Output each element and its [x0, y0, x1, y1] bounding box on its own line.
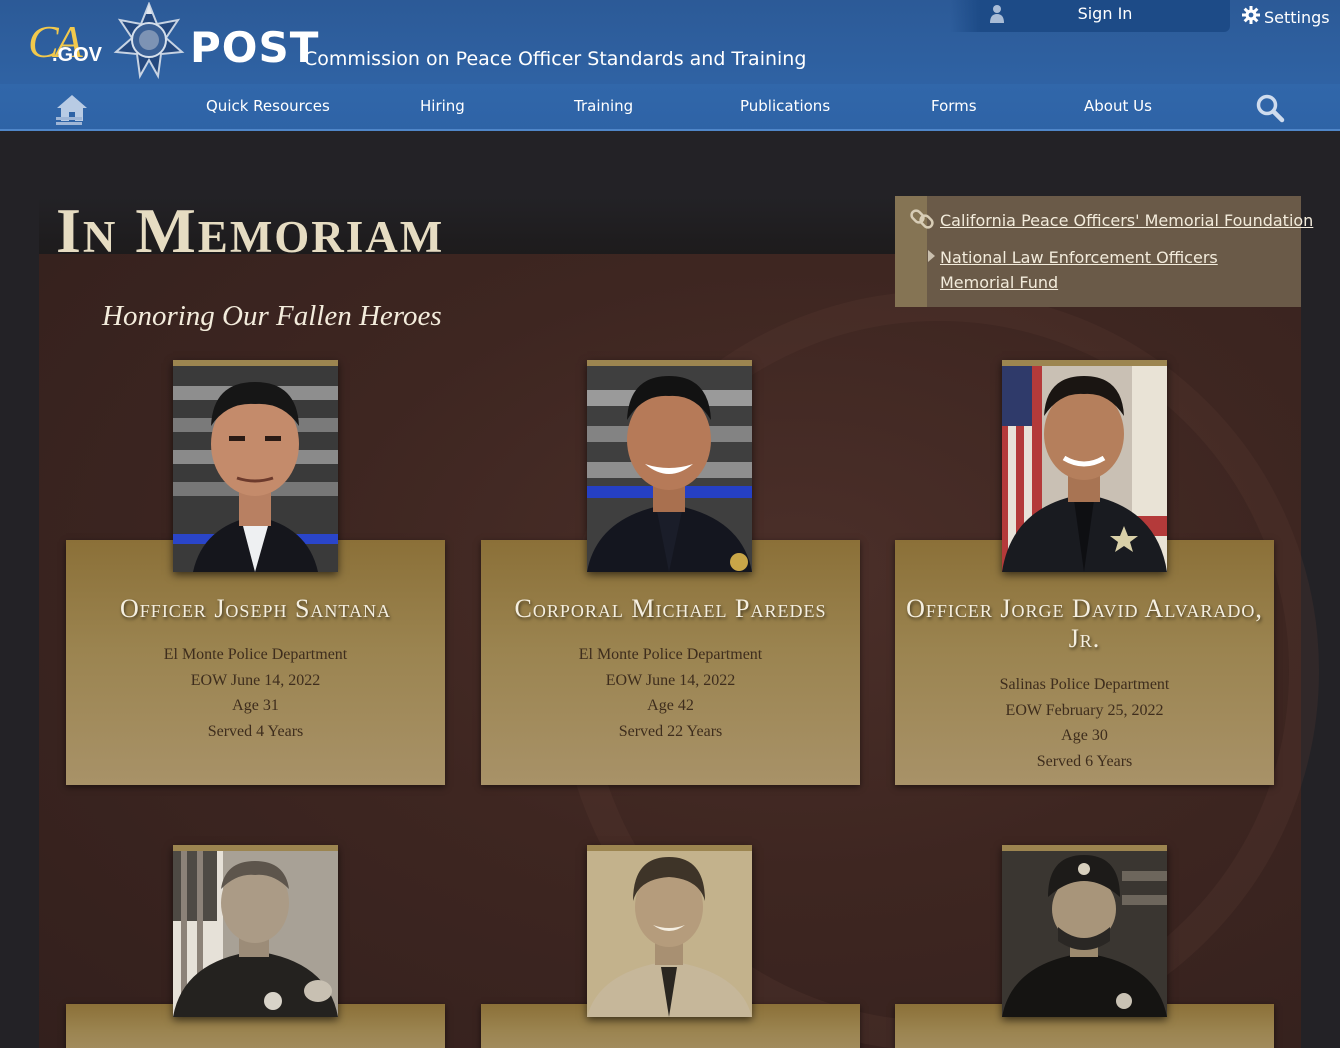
ca-gov-logo[interactable]: CA .GOV	[28, 14, 106, 72]
officer-photo	[173, 845, 338, 1017]
officer-served: Served 6 Years	[1036, 752, 1133, 770]
nav-forms[interactable]: Forms	[931, 97, 977, 115]
officer-name: Officer Joseph Santana	[120, 594, 391, 623]
officer-eow: EOW June 14, 2022	[190, 671, 321, 689]
officer-photo	[173, 360, 338, 572]
site-header: CA .GOV POST Commission on Peace Officer…	[0, 0, 1340, 131]
officer-served: Served 4 Years	[207, 722, 304, 740]
nav-hiring[interactable]: Hiring	[420, 97, 465, 115]
search-icon[interactable]	[1255, 93, 1285, 123]
sign-in-button[interactable]: Sign In	[950, 0, 1230, 32]
post-badge-seal-icon	[112, 1, 186, 82]
officer-photo	[1002, 360, 1167, 572]
officer-served: Served 22 Years	[618, 722, 723, 740]
officer-eow: EOW February 25, 2022	[1005, 701, 1164, 719]
officer-photo	[587, 360, 752, 572]
officer-name: Officer Jorge David Alvarado, Jr.	[906, 594, 1263, 653]
sign-in-label: Sign In	[1077, 4, 1133, 23]
officer-department: El Monte Police Department	[578, 646, 763, 663]
site-title: POST	[190, 23, 320, 72]
related-links-panel: California Peace Officers' Memorial Foun…	[895, 196, 1313, 307]
officer-age: Age 31	[232, 697, 279, 714]
link-chain-icon	[909, 206, 935, 232]
settings-label: Settings	[1264, 7, 1330, 27]
gov-logo-text: .GOV	[52, 44, 103, 66]
nav-training[interactable]: Training	[574, 97, 633, 115]
officer-eow: EOW June 14, 2022	[605, 671, 736, 689]
officer-department: Salinas Police Department	[999, 676, 1170, 693]
nav-about-us[interactable]: About Us	[1084, 97, 1152, 115]
page-subtitle: Honoring Our Fallen Heroes	[102, 300, 442, 332]
main-nav: Quick Resources Hiring Training Publicat…	[0, 97, 1340, 119]
page-title: In Memoriam	[56, 195, 445, 266]
settings-button[interactable]: Settings	[1242, 6, 1330, 28]
site-subtitle: Commission on Peace Officer Standards an…	[304, 48, 807, 70]
officer-card[interactable]: Corporal Michael Paredes El Monte Police…	[481, 540, 860, 785]
nav-publications[interactable]: Publications	[740, 97, 830, 115]
officer-photo	[1002, 845, 1167, 1017]
officer-age: Age 30	[1061, 727, 1108, 744]
list-arrow-icon	[928, 250, 935, 262]
officer-photo	[587, 845, 752, 1017]
officer-age: Age 42	[647, 697, 694, 714]
link-national-memorial-fund[interactable]: National Law Enforcement Officers Memori…	[940, 245, 1290, 295]
gear-icon	[1242, 6, 1260, 28]
officer-name: Corporal Michael Paredes	[514, 594, 827, 623]
officer-department: El Monte Police Department	[163, 646, 348, 663]
officer-card[interactable]: Officer Jorge David Alvarado, Jr. Salina…	[895, 540, 1274, 785]
link-ca-memorial-foundation[interactable]: California Peace Officers' Memorial Foun…	[940, 208, 1313, 233]
officer-card[interactable]: Officer Joseph Santana El Monte Police D…	[66, 540, 445, 785]
nav-quick-resources[interactable]: Quick Resources	[206, 97, 330, 115]
